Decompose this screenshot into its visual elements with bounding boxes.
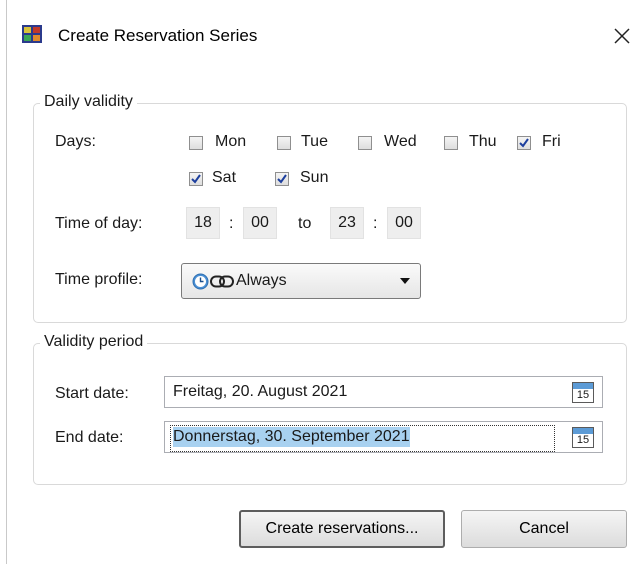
day-label-fri: Fri [542,133,561,150]
day-label-wed: Wed [384,133,417,150]
calendar-icon[interactable]: 15 [572,427,594,448]
time-of-day-label: Time of day: [55,215,143,232]
create-reservations-button[interactable]: Create reservations... [239,510,445,548]
window-title: Create Reservation Series [58,26,258,45]
to-minute-input[interactable]: 00 [387,207,421,239]
time-colon: : [373,215,378,232]
daily-validity-legend: Daily validity [40,93,137,111]
day-label-thu: Thu [469,133,497,150]
dialog-window: Create Reservation Series Daily validity… [0,0,641,564]
close-icon[interactable] [608,22,636,50]
validity-period-group [33,343,627,485]
day-label-mon: Mon [215,133,247,150]
to-label: to [298,215,312,232]
chevron-down-icon [400,278,410,284]
start-date-picker[interactable]: Freitag, 20. August 2021 15 [164,376,603,408]
checkbox-box[interactable] [189,172,203,186]
time-colon: : [229,215,234,232]
end-date-value[interactable]: Donnerstag, 30. September 2021 [173,427,410,447]
calendar-icon[interactable]: 15 [572,382,594,403]
start-date-label: Start date: [55,385,129,402]
to-hour-input[interactable]: 23 [330,207,364,239]
checkmark-icon [277,174,287,184]
checkbox-box[interactable] [517,136,531,150]
end-date-picker[interactable]: Donnerstag, 30. September 2021 15 [164,421,603,453]
app-icon [22,25,42,43]
time-profile-label: Time profile: [55,271,143,288]
calendar-day: 15 [576,389,590,401]
link-icon [210,275,234,288]
checkbox-box[interactable] [444,136,458,150]
calendar-day: 15 [576,434,590,446]
days-label: Days: [55,133,96,150]
validity-period-legend: Validity period [40,333,148,351]
from-hour-input[interactable]: 18 [186,207,220,239]
cancel-button[interactable]: Cancel [461,510,627,548]
checkbox-box[interactable] [277,136,291,150]
day-label-sat: Sat [212,169,237,186]
end-date-label: End date: [55,429,124,446]
day-label-sun: Sun [300,169,329,186]
checkmark-icon [519,138,529,148]
from-minute-input[interactable]: 00 [243,207,277,239]
window-edge [6,0,7,564]
start-date-value: Freitag, 20. August 2021 [173,383,348,400]
checkbox-box[interactable] [189,136,203,150]
checkbox-box[interactable] [358,136,372,150]
time-profile-select[interactable]: Always [181,263,421,299]
day-label-tue: Tue [301,133,328,150]
time-profile-value: Always [236,272,287,289]
clock-icon [192,273,209,290]
checkbox-box[interactable] [275,172,289,186]
checkmark-icon [191,174,201,184]
